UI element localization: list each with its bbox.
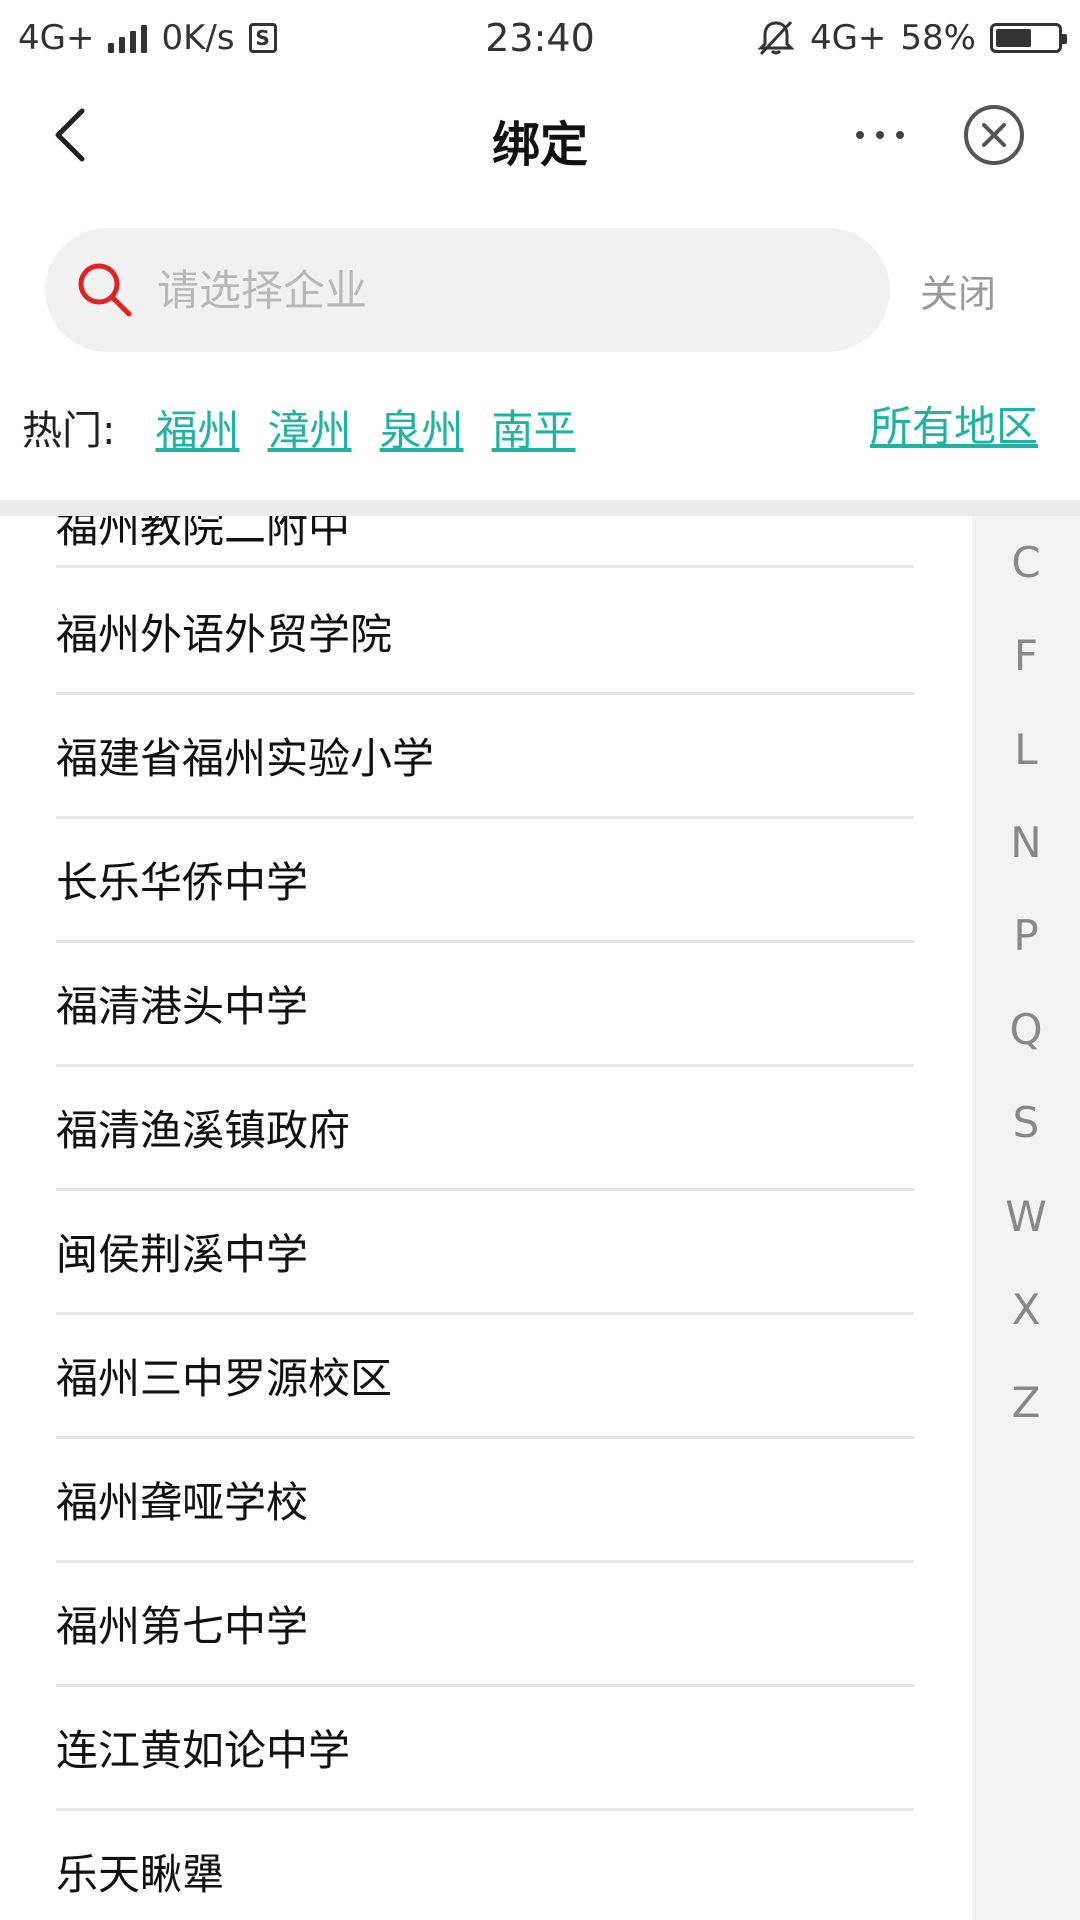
status-bar: 4G+ 0K/s S 23:40 4G+ 58% — [0, 0, 1080, 75]
silent-bell-icon — [757, 20, 795, 55]
nav-header: 绑定 — [0, 75, 1080, 195]
search-row: 关闭 — [0, 228, 1080, 352]
more-button[interactable] — [840, 105, 920, 165]
battery-fill — [996, 28, 1031, 47]
list-item[interactable]: 闽侯荆溪中学 — [56, 1191, 914, 1315]
more-dots-icon — [876, 131, 884, 139]
index-letter[interactable]: F — [972, 631, 1080, 680]
hot-city-link[interactable]: 漳州 — [268, 397, 352, 458]
hot-city-link[interactable]: 泉州 — [380, 397, 464, 458]
search-icon — [73, 258, 137, 322]
chevron-left-icon — [55, 108, 85, 162]
list-item[interactable]: 福州第七中学 — [56, 1563, 914, 1687]
list-item[interactable]: 连江黄如论中学 — [56, 1687, 914, 1811]
index-letter[interactable]: S — [972, 1098, 1080, 1147]
index-letter[interactable]: P — [972, 911, 1080, 960]
list-item[interactable]: 福清渔溪镇政府 — [56, 1067, 914, 1191]
index-letter[interactable]: W — [972, 1192, 1080, 1241]
index-letter[interactable]: N — [972, 818, 1080, 867]
enterprise-list[interactable]: 福州教院二附中 福州外语外贸学院 福建省福州实验小学 长乐华侨中学 福清港头中学… — [0, 516, 972, 1920]
alphabet-index-bar[interactable]: C F L N P Q S W X Z — [972, 516, 1080, 1920]
list-item[interactable]: 福清港头中学 — [56, 943, 914, 1067]
network-type-right: 4G+ — [809, 17, 887, 58]
index-letter[interactable]: Z — [972, 1378, 1080, 1427]
all-regions-link[interactable]: 所有地区 — [870, 392, 1038, 462]
list-item[interactable]: 长乐华侨中学 — [56, 819, 914, 943]
index-letter[interactable]: X — [972, 1285, 1080, 1334]
network-type-left: 4G+ — [18, 17, 95, 58]
sim-icon: S — [248, 22, 277, 53]
hot-city-link[interactable]: 南平 — [492, 397, 576, 458]
close-button[interactable]: 关闭 — [920, 258, 996, 322]
index-letter[interactable]: Q — [972, 1005, 1080, 1054]
search-input[interactable] — [155, 264, 835, 316]
hot-cities-row: 热门: 福州 漳州 泉州 南平 所有地区 — [0, 392, 1080, 462]
list-item[interactable]: 福州外语外贸学院 — [56, 571, 914, 695]
battery-percent: 58% — [900, 17, 976, 58]
hot-label: 热门: — [22, 408, 116, 454]
list-item[interactable]: 福州教院二附中 — [56, 516, 914, 568]
back-button[interactable] — [40, 103, 100, 167]
network-speed: 0K/s — [161, 17, 235, 58]
list-item[interactable]: 福州聋哑学校 — [56, 1439, 914, 1563]
list-item[interactable]: 乐天瞅犟 — [56, 1811, 914, 1920]
section-divider — [0, 500, 1080, 516]
index-letter[interactable]: C — [972, 538, 1080, 587]
status-right: 4G+ 58% — [756, 17, 1067, 58]
signal-icon — [108, 23, 148, 53]
list-item[interactable]: 福州三中罗源校区 — [56, 1315, 914, 1439]
close-circle-icon — [982, 123, 1006, 147]
index-letter[interactable]: L — [972, 725, 1080, 774]
search-box[interactable] — [45, 228, 890, 352]
close-mini-program-button[interactable] — [964, 105, 1024, 165]
status-left: 4G+ 0K/s S — [18, 18, 277, 58]
list-item[interactable]: 福建省福州实验小学 — [56, 695, 914, 819]
more-dots-icon — [896, 131, 904, 139]
battery-icon — [990, 22, 1067, 53]
hot-city-link[interactable]: 福州 — [155, 397, 239, 458]
more-dots-icon — [856, 131, 864, 139]
